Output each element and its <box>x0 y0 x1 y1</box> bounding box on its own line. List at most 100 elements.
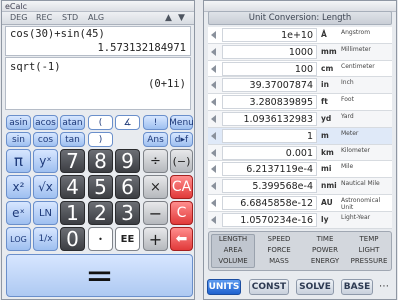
tab-solve[interactable]: SOLVE <box>296 279 334 295</box>
sqrt-button[interactable]: √x <box>33 175 58 199</box>
log-button[interactable]: LOG <box>6 227 31 251</box>
category-area[interactable]: AREA <box>211 246 255 254</box>
expression-2: sqrt(-1) <box>10 61 61 73</box>
category-temp[interactable]: TEMP <box>347 235 391 243</box>
factorial-button[interactable]: ! <box>143 115 168 130</box>
unit-row[interactable]: 5.399568e-4 nmi Nautical Mile <box>208 178 392 195</box>
digit-2-button[interactable]: 2 <box>88 201 113 225</box>
category-force[interactable]: FORCE <box>257 246 301 254</box>
digit-7-button[interactable]: 7 <box>60 149 85 173</box>
category-selector: LENGTH SPEED TIME TEMP AREA FORCE POWER … <box>208 231 392 271</box>
unit-value[interactable]: 39.37007874 <box>222 78 317 93</box>
divide-button[interactable]: ÷ <box>143 149 168 173</box>
ln-button[interactable]: LN <box>33 201 58 225</box>
dms-button[interactable]: d▸f <box>170 132 193 147</box>
scroll-down-icon[interactable]: ▼ <box>178 13 185 23</box>
multiply-button[interactable]: × <box>143 175 168 199</box>
unit-conversion-window: Unit Conversion: Length 1e+10 Å Angstrom 1… <box>203 0 397 300</box>
decimal-button[interactable]: • <box>88 227 113 251</box>
close-paren-button[interactable]: ) <box>88 132 113 147</box>
unit-row[interactable]: 6.2137119e-4 mi Mile <box>208 161 392 179</box>
history-entry-2[interactable]: sqrt(-1) (0+1i) <box>5 57 191 110</box>
unit-value[interactable]: 1 <box>222 128 317 143</box>
clear-button[interactable]: C <box>170 201 193 225</box>
unit-value[interactable]: 1.0570234e-16 <box>222 212 317 227</box>
category-mass[interactable]: MASS <box>257 257 301 265</box>
open-paren-button[interactable]: ( <box>88 115 113 130</box>
unit-row[interactable]: 39.37007874 in Inch <box>208 77 392 95</box>
exp-button[interactable]: eˣ <box>6 201 31 225</box>
ee-button[interactable]: EE <box>115 227 140 251</box>
minus-button[interactable]: − <box>143 201 168 225</box>
unit-symbol: cm <box>321 63 334 73</box>
digit-8-button[interactable]: 8 <box>88 149 113 173</box>
category-volume[interactable]: VOLUME <box>211 257 255 265</box>
digit-9-button[interactable]: 9 <box>115 149 140 173</box>
unit-row[interactable]: 0.001 km Kilometer <box>208 144 392 162</box>
unit-row[interactable]: 1.0570234e-16 ly Light-Year <box>208 211 392 229</box>
category-speed[interactable]: SPEED <box>257 235 301 243</box>
atan-button[interactable]: atan <box>60 115 85 130</box>
unit-row[interactable]: 1.0936132983 yd Yard <box>208 111 392 128</box>
unit-value[interactable]: 100 <box>222 61 317 76</box>
unit-row[interactable]: 3.280839895 ft Foot <box>208 94 392 111</box>
sin-button[interactable]: sin <box>6 132 31 147</box>
category-pressure[interactable]: PRESSURE <box>347 257 391 265</box>
row-arrow-icon <box>211 31 216 39</box>
unit-symbol: Å <box>321 30 327 39</box>
mode-rec[interactable]: REC <box>36 13 52 22</box>
digit-5-button[interactable]: 5 <box>88 175 113 199</box>
square-button[interactable]: x² <box>6 175 31 199</box>
more-options-icon[interactable]: ⋯ <box>379 281 389 292</box>
equals-button[interactable]: = <box>6 254 193 297</box>
unit-value[interactable]: 1000 <box>222 44 317 59</box>
category-time[interactable]: TIME <box>303 235 347 243</box>
digit-6-button[interactable]: 6 <box>115 175 140 199</box>
unit-value[interactable]: 6.6845858e-12 <box>222 196 317 210</box>
unit-row-selected[interactable]: 1 m Meter <box>208 127 392 145</box>
pi-button[interactable]: π <box>6 149 31 173</box>
unit-row[interactable]: 1e+10 Å Angstrom <box>208 27 392 44</box>
row-arrow-icon <box>211 182 216 191</box>
unit-value[interactable]: 6.2137119e-4 <box>222 162 317 177</box>
unit-value[interactable]: 5.399568e-4 <box>222 179 317 194</box>
menu-button[interactable]: Menu <box>169 115 194 130</box>
digit-3-button[interactable]: 3 <box>115 201 140 225</box>
angle-button[interactable]: ∡ <box>115 115 140 130</box>
scroll-up-icon[interactable]: ▲ <box>165 13 172 23</box>
history-entry-1[interactable]: cos(30)+sin(45) 1.573132184971 <box>5 26 191 56</box>
mode-alg[interactable]: ALG <box>88 13 104 22</box>
category-energy[interactable]: ENERGY <box>303 257 347 265</box>
unit-value[interactable]: 1e+10 <box>222 28 317 42</box>
negate-button[interactable]: (−) <box>170 149 193 173</box>
unit-value[interactable]: 0.001 <box>222 145 317 160</box>
mode-deg[interactable]: DEG <box>10 13 27 22</box>
asin-button[interactable]: asin <box>6 115 31 130</box>
tab-const[interactable]: CONST <box>249 279 289 295</box>
unit-value[interactable]: 3.280839895 <box>222 95 317 110</box>
digit-1-button[interactable]: 1 <box>60 201 85 225</box>
tab-base[interactable]: BASE <box>341 279 373 295</box>
digit-4-button[interactable]: 4 <box>60 175 85 199</box>
plus-button[interactable]: + <box>143 227 168 251</box>
backspace-icon[interactable]: ⬅ <box>170 227 193 251</box>
power-button[interactable]: yˣ <box>33 149 58 173</box>
acos-button[interactable]: acos <box>33 115 58 130</box>
category-length[interactable]: LENGTH <box>211 235 255 243</box>
unit-row[interactable]: 1000 mm Millimeter <box>208 43 392 61</box>
tan-button[interactable]: tan <box>60 132 85 147</box>
tab-units[interactable]: UNITS <box>207 279 241 295</box>
digit-0-button[interactable]: 0 <box>60 227 85 251</box>
unit-value[interactable]: 1.0936132983 <box>222 112 317 126</box>
category-light[interactable]: LIGHT <box>347 246 391 254</box>
reciprocal-button[interactable]: 1/x <box>33 227 58 251</box>
unit-row[interactable]: 100 cm Centimeter <box>208 60 392 78</box>
ans-button[interactable]: Ans <box>143 132 168 147</box>
unit-symbol: nmi <box>321 181 337 191</box>
mode-bar: DEG REC STD ALG ▲ ▼ <box>2 12 194 25</box>
clear-all-button[interactable]: CA <box>170 175 193 199</box>
mode-std[interactable]: STD <box>62 13 78 22</box>
category-power[interactable]: POWER <box>303 246 347 254</box>
unit-row[interactable]: 6.6845858e-12 AU Astronomical Unit <box>208 195 392 212</box>
cos-button[interactable]: cos <box>33 132 58 147</box>
